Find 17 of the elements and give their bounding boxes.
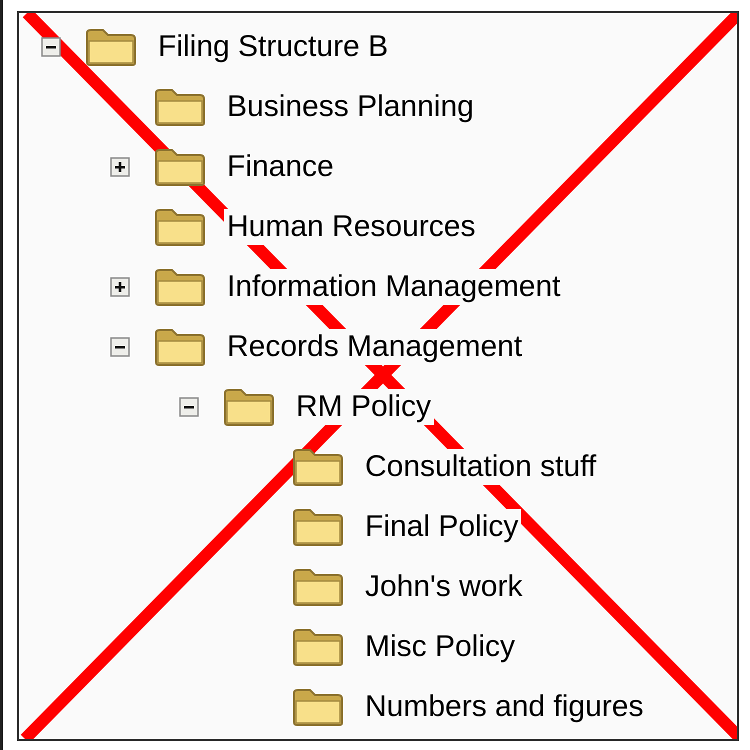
- folder-icon: [290, 447, 346, 487]
- folder-icon: [152, 87, 208, 127]
- collapse-toggle[interactable]: [41, 37, 61, 57]
- folder-icon: [152, 147, 208, 187]
- folder-icon: [152, 327, 208, 367]
- folder-icon: [152, 207, 208, 247]
- collapse-toggle[interactable]: [110, 337, 130, 357]
- folder-icon: [290, 507, 346, 547]
- expand-toggle[interactable]: [110, 157, 130, 177]
- collapse-toggle[interactable]: [179, 397, 199, 417]
- folder-icon: [290, 567, 346, 607]
- folder-icon: [152, 267, 208, 307]
- folder-icon: [290, 627, 346, 667]
- folder-icon: [290, 687, 346, 727]
- folder-icon: [83, 27, 139, 67]
- expand-toggle[interactable]: [110, 277, 130, 297]
- folder-icon: [221, 387, 277, 427]
